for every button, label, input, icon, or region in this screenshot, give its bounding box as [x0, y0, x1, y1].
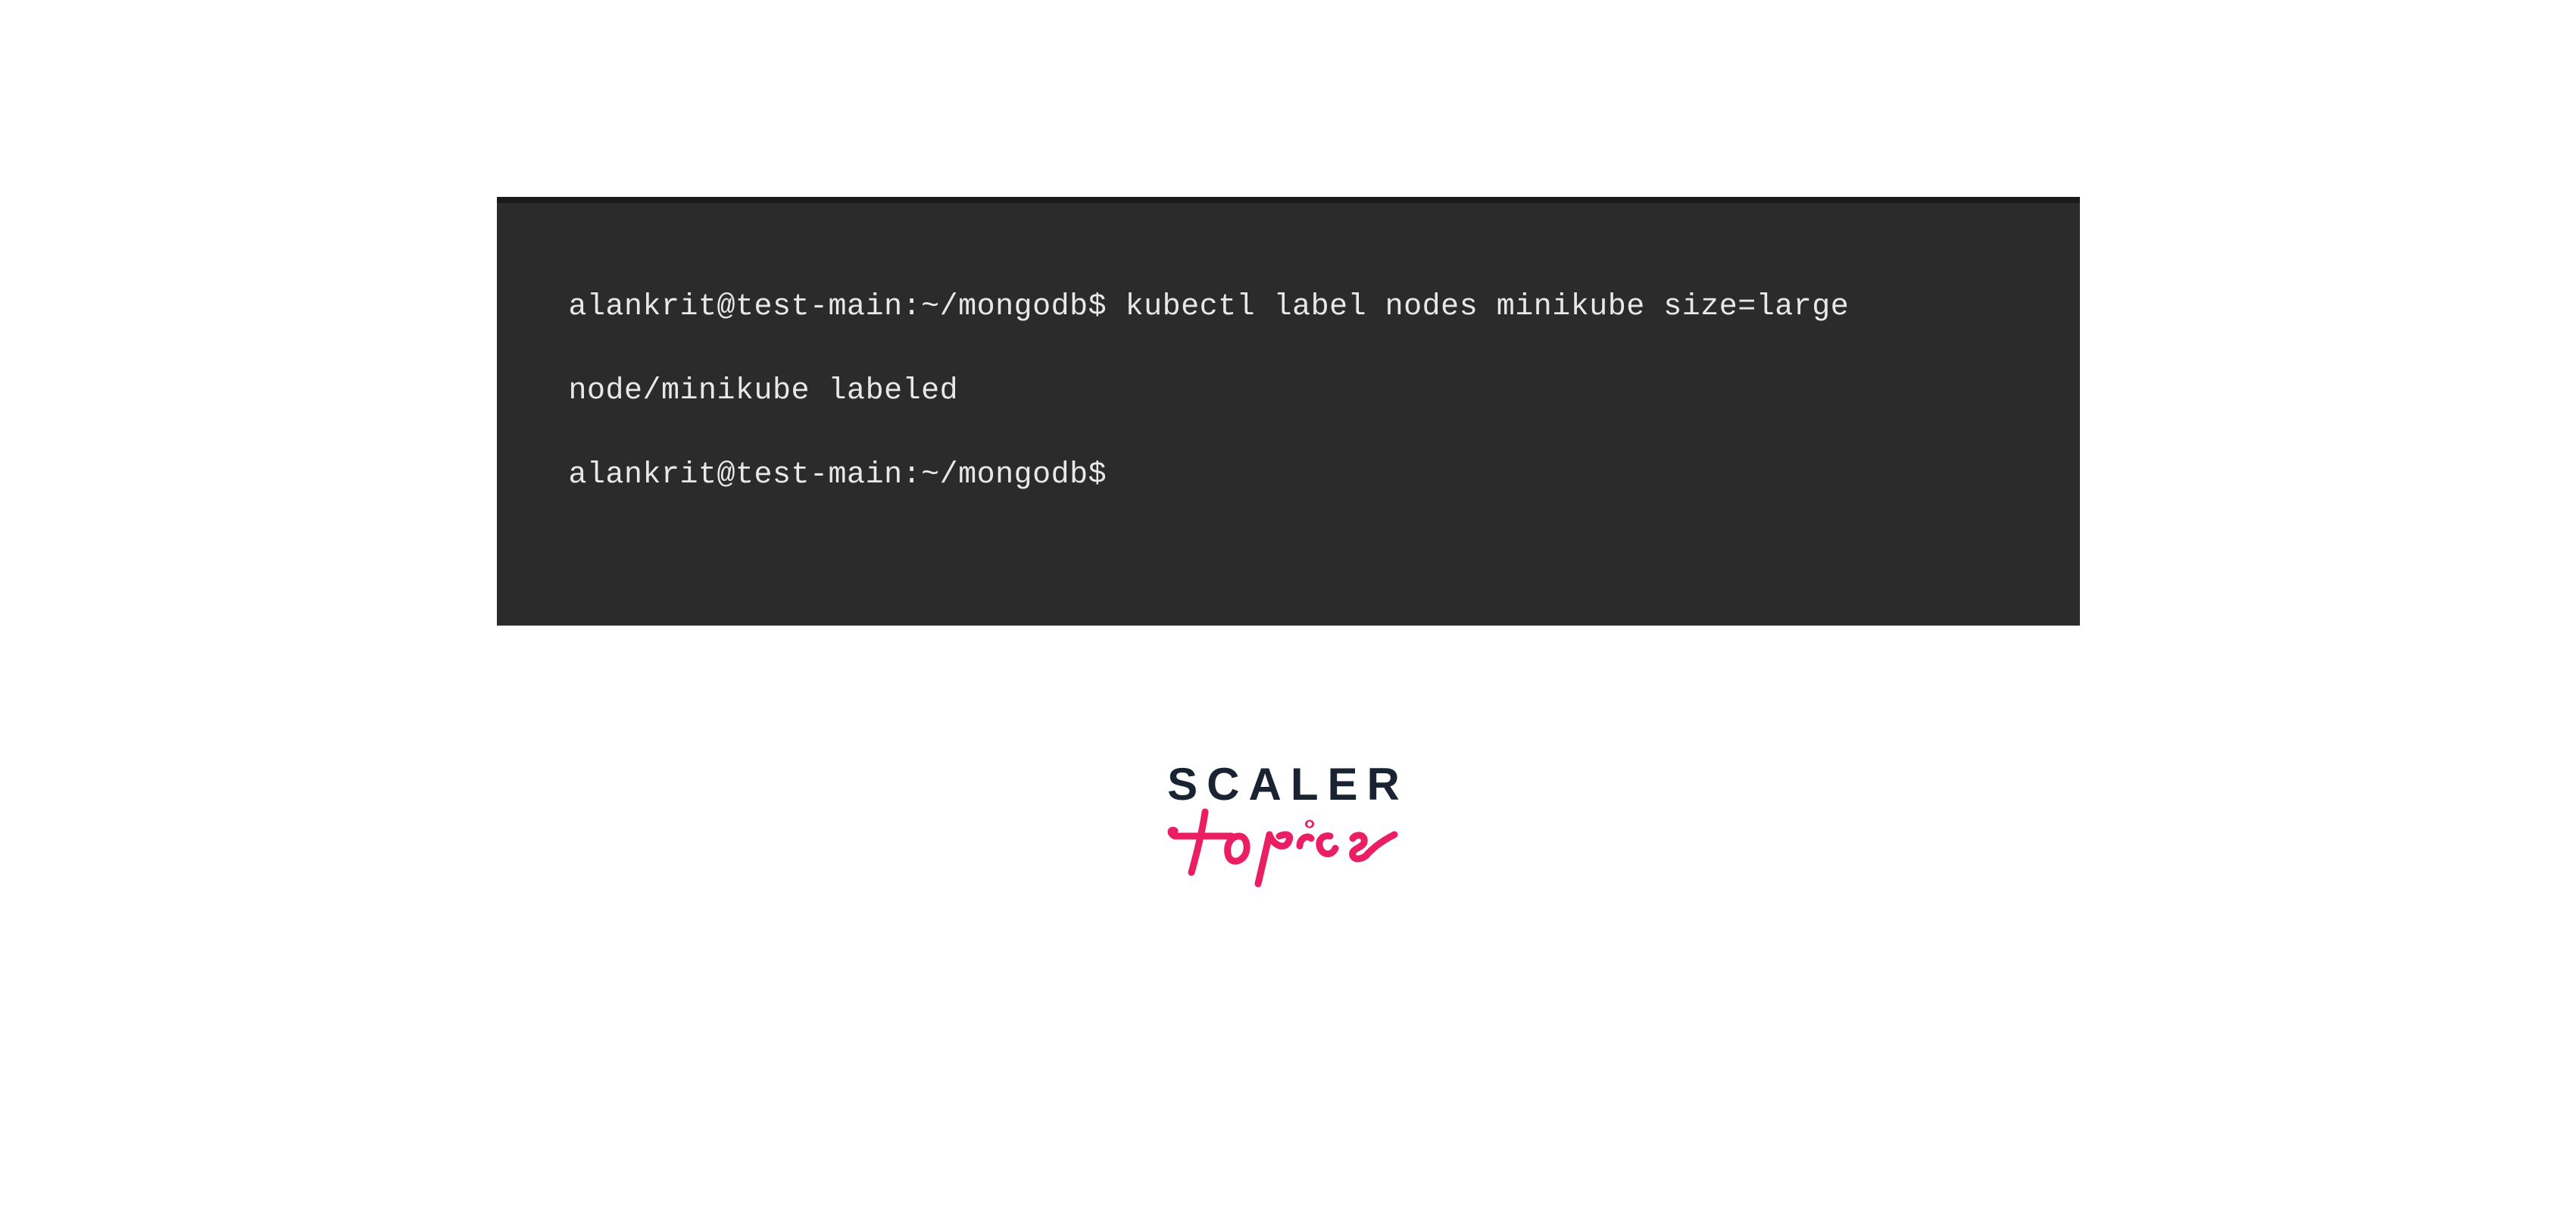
logo-topics-text	[1160, 797, 1417, 895]
terminal-window: alankrit@test-main:~/mongodb$ kubectl la…	[497, 197, 2080, 626]
terminal-line-2: node/minikube labeled	[569, 370, 2008, 413]
scaler-topics-logo: SCALER	[1160, 758, 1417, 895]
terminal-line-1: alankrit@test-main:~/mongodb$ kubectl la…	[569, 286, 2008, 329]
terminal-line-3: alankrit@test-main:~/mongodb$	[569, 454, 2008, 497]
